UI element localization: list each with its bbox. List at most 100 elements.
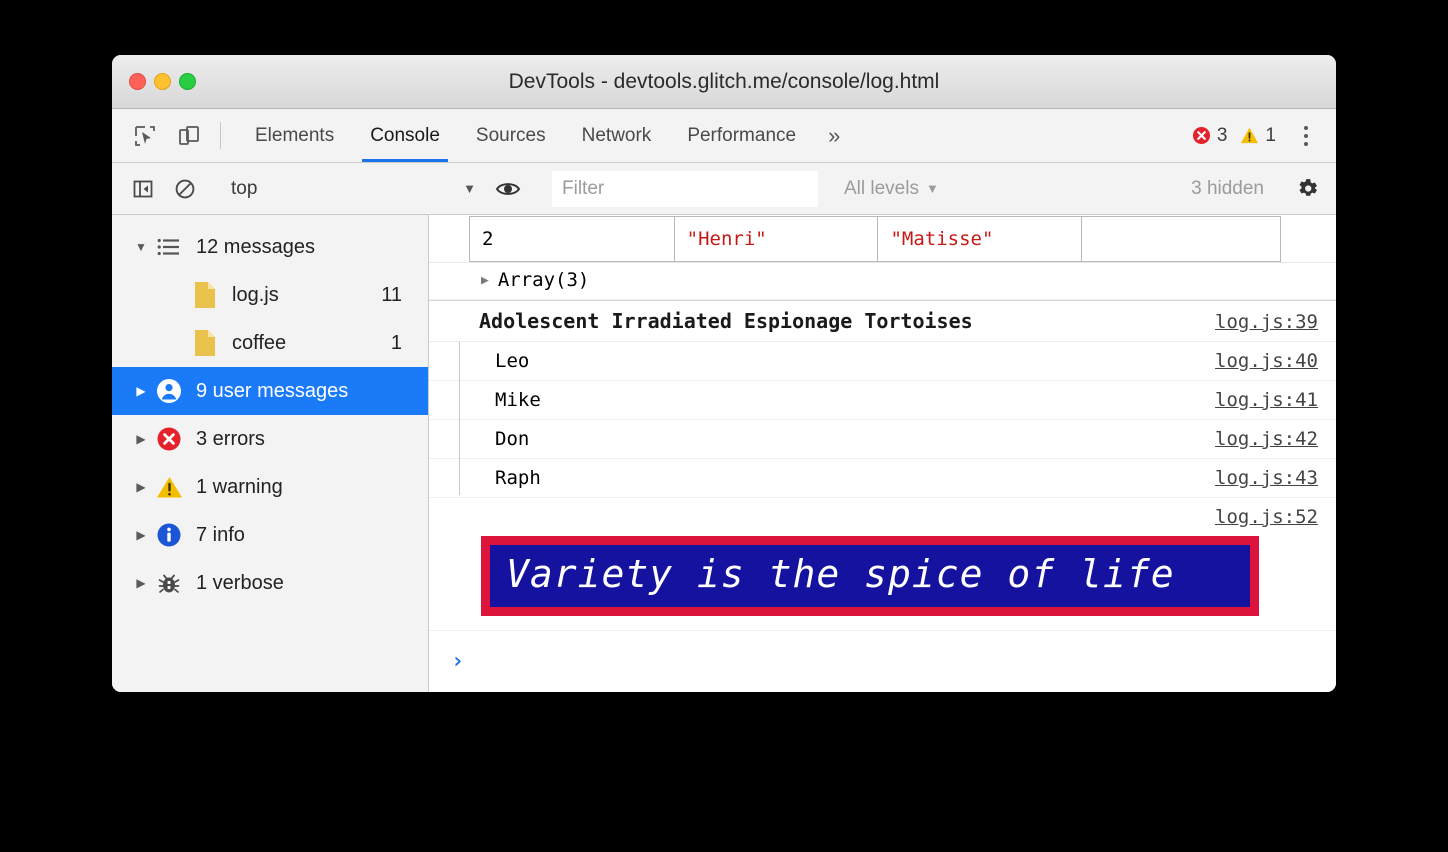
bug-icon <box>154 571 184 595</box>
sidebar-item-messages[interactable]: ▼ 12 messages <box>112 223 428 271</box>
chevron-right-icon[interactable]: ▶ <box>128 528 154 542</box>
console-group-body: Leo log.js:40 Mike log.js:41 Don log.js:… <box>429 342 1336 498</box>
table-cell-index: 2 <box>470 217 675 262</box>
live-expression-eye-icon[interactable] <box>493 174 523 204</box>
message-text: Leo <box>429 342 1205 380</box>
source-link[interactable]: log.js:42 <box>1205 420 1336 456</box>
warning-badge[interactable]: 1 <box>1240 125 1276 147</box>
devtools-body: ▼ 12 messages l <box>112 215 1336 692</box>
prompt-caret-icon: › <box>451 649 464 674</box>
sidebar-item-user-messages[interactable]: ▶ 9 user messages <box>112 367 428 415</box>
message-text: Raph <box>429 459 1205 497</box>
tabbar-right: 3 1 <box>1192 109 1336 162</box>
sidebar-item-label: 12 messages <box>196 236 428 259</box>
source-link[interactable]: log.js:43 <box>1205 459 1336 495</box>
execution-context-value: top <box>231 178 257 200</box>
chevron-right-icon[interactable]: ▶ <box>481 273 489 288</box>
styled-message-text: Variety is the spice of life <box>481 536 1259 616</box>
chevron-right-icon[interactable]: ▶ <box>128 384 154 398</box>
device-toolbar-icon[interactable] <box>174 121 204 151</box>
zoom-button[interactable] <box>179 73 196 90</box>
clear-console-icon[interactable] <box>170 174 200 204</box>
message-text: Don <box>429 420 1205 458</box>
warning-icon <box>1240 126 1259 145</box>
source-link[interactable]: log.js:39 <box>1205 303 1336 339</box>
console-array-row[interactable]: ▶ Array(3) <box>429 263 1336 300</box>
minimize-button[interactable] <box>154 73 171 90</box>
message-text: Mike <box>429 381 1205 419</box>
sidebar-item-label: 1 verbose <box>196 572 428 595</box>
console-toolbar: top ▼ All levels ▼ 3 hidden <box>112 163 1336 215</box>
console-message-list: 2 "Henri" "Matisse" ▶ Array(3) ▼ Adolesc… <box>429 215 1336 692</box>
sidebar-item-log-js[interactable]: log.js 11 <box>112 271 428 319</box>
filter-input[interactable] <box>552 171 818 207</box>
log-level-select[interactable]: All levels ▼ <box>844 178 939 200</box>
table-cell-value <box>1082 217 1281 262</box>
chevron-down-icon: ▼ <box>926 181 939 196</box>
sidebar-item-info[interactable]: ▶ 7 info <box>112 511 428 559</box>
console-group-header: ▼ Adolescent Irradiated Espionage Tortoi… <box>429 300 1336 342</box>
console-table: 2 "Henri" "Matisse" <box>469 216 1281 262</box>
console-message: Raph log.js:43 <box>429 459 1336 498</box>
sidebar-item-errors[interactable]: ▶ 3 errors <box>112 415 428 463</box>
sidebar-item-warning[interactable]: ▶ 1 warning <box>112 463 428 511</box>
chevron-right-icon[interactable]: ▶ <box>128 432 154 446</box>
list-icon <box>154 237 184 257</box>
table-cell-value: "Henri" <box>674 217 878 262</box>
chevron-down-icon[interactable]: ▼ <box>128 240 154 254</box>
window-titlebar: DevTools - devtools.glitch.me/console/lo… <box>112 55 1336 109</box>
sidebar-item-label: 7 info <box>196 524 428 547</box>
source-link[interactable]: log.js:52 <box>429 498 1336 534</box>
more-tabs-button[interactable]: » <box>814 109 854 162</box>
gear-icon[interactable] <box>1295 176 1320 201</box>
panel-tabs: Elements Console Sources Network Perform… <box>237 109 854 162</box>
console-table-message: 2 "Henri" "Matisse" <box>429 215 1336 263</box>
warning-count: 1 <box>1265 125 1276 147</box>
window-title: DevTools - devtools.glitch.me/console/lo… <box>112 70 1336 94</box>
inspect-cursor-icon[interactable] <box>130 121 160 151</box>
chevron-right-icon[interactable]: ▶ <box>128 480 154 494</box>
close-button[interactable] <box>129 73 146 90</box>
table-cell-value: "Matisse" <box>878 217 1082 262</box>
console-message: Don log.js:42 <box>429 420 1336 459</box>
execution-context-select[interactable]: top ▼ <box>231 178 476 200</box>
sidebar-item-verbose[interactable]: ▶ 1 verbose <box>112 559 428 607</box>
tab-console[interactable]: Console <box>352 109 458 162</box>
tab-performance[interactable]: Performance <box>669 109 814 162</box>
file-icon <box>190 281 220 309</box>
error-badge[interactable]: 3 <box>1192 125 1228 147</box>
sidebar-item-label: 3 errors <box>196 428 428 451</box>
error-count: 3 <box>1217 125 1228 147</box>
show-console-sidebar-icon[interactable] <box>128 174 158 204</box>
tab-sources[interactable]: Sources <box>458 109 564 162</box>
sidebar-item-count: 11 <box>381 284 402 307</box>
console-prompt[interactable]: › <box>429 631 1336 692</box>
sidebar-item-label: 9 user messages <box>196 380 428 403</box>
tab-elements[interactable]: Elements <box>237 109 352 162</box>
tabbar-divider <box>220 122 221 149</box>
tab-network[interactable]: Network <box>564 109 670 162</box>
console-message: Mike log.js:41 <box>429 381 1336 420</box>
group-title[interactable]: ▼ Adolescent Irradiated Espionage Tortoi… <box>429 301 1205 341</box>
info-icon <box>154 522 184 548</box>
warning-icon <box>154 475 184 500</box>
sidebar-item-label: log.js <box>232 284 381 307</box>
array-label: Array(3) <box>498 269 590 291</box>
sidebar-item-label: coffee <box>232 332 391 355</box>
chevron-right-icon[interactable]: ▶ <box>128 576 154 590</box>
sidebar-item-count: 1 <box>391 332 402 355</box>
source-link[interactable]: log.js:41 <box>1205 381 1336 417</box>
chevron-down-icon: ▼ <box>463 181 476 196</box>
log-level-value: All levels <box>844 178 919 200</box>
tabbar-left-icons <box>130 109 204 162</box>
console-styled-message: log.js:52 Variety is the spice of life <box>429 498 1336 631</box>
user-icon <box>154 378 184 404</box>
devtools-tabbar: Elements Console Sources Network Perform… <box>112 109 1336 163</box>
sidebar-item-label: 1 warning <box>196 476 428 499</box>
source-link[interactable]: log.js:40 <box>1205 342 1336 378</box>
table-row: 2 "Henri" "Matisse" <box>470 217 1281 262</box>
file-icon <box>190 329 220 357</box>
kebab-menu-icon[interactable] <box>1290 126 1322 146</box>
console-sidebar: ▼ 12 messages l <box>112 215 429 692</box>
sidebar-item-coffee[interactable]: coffee 1 <box>112 319 428 367</box>
